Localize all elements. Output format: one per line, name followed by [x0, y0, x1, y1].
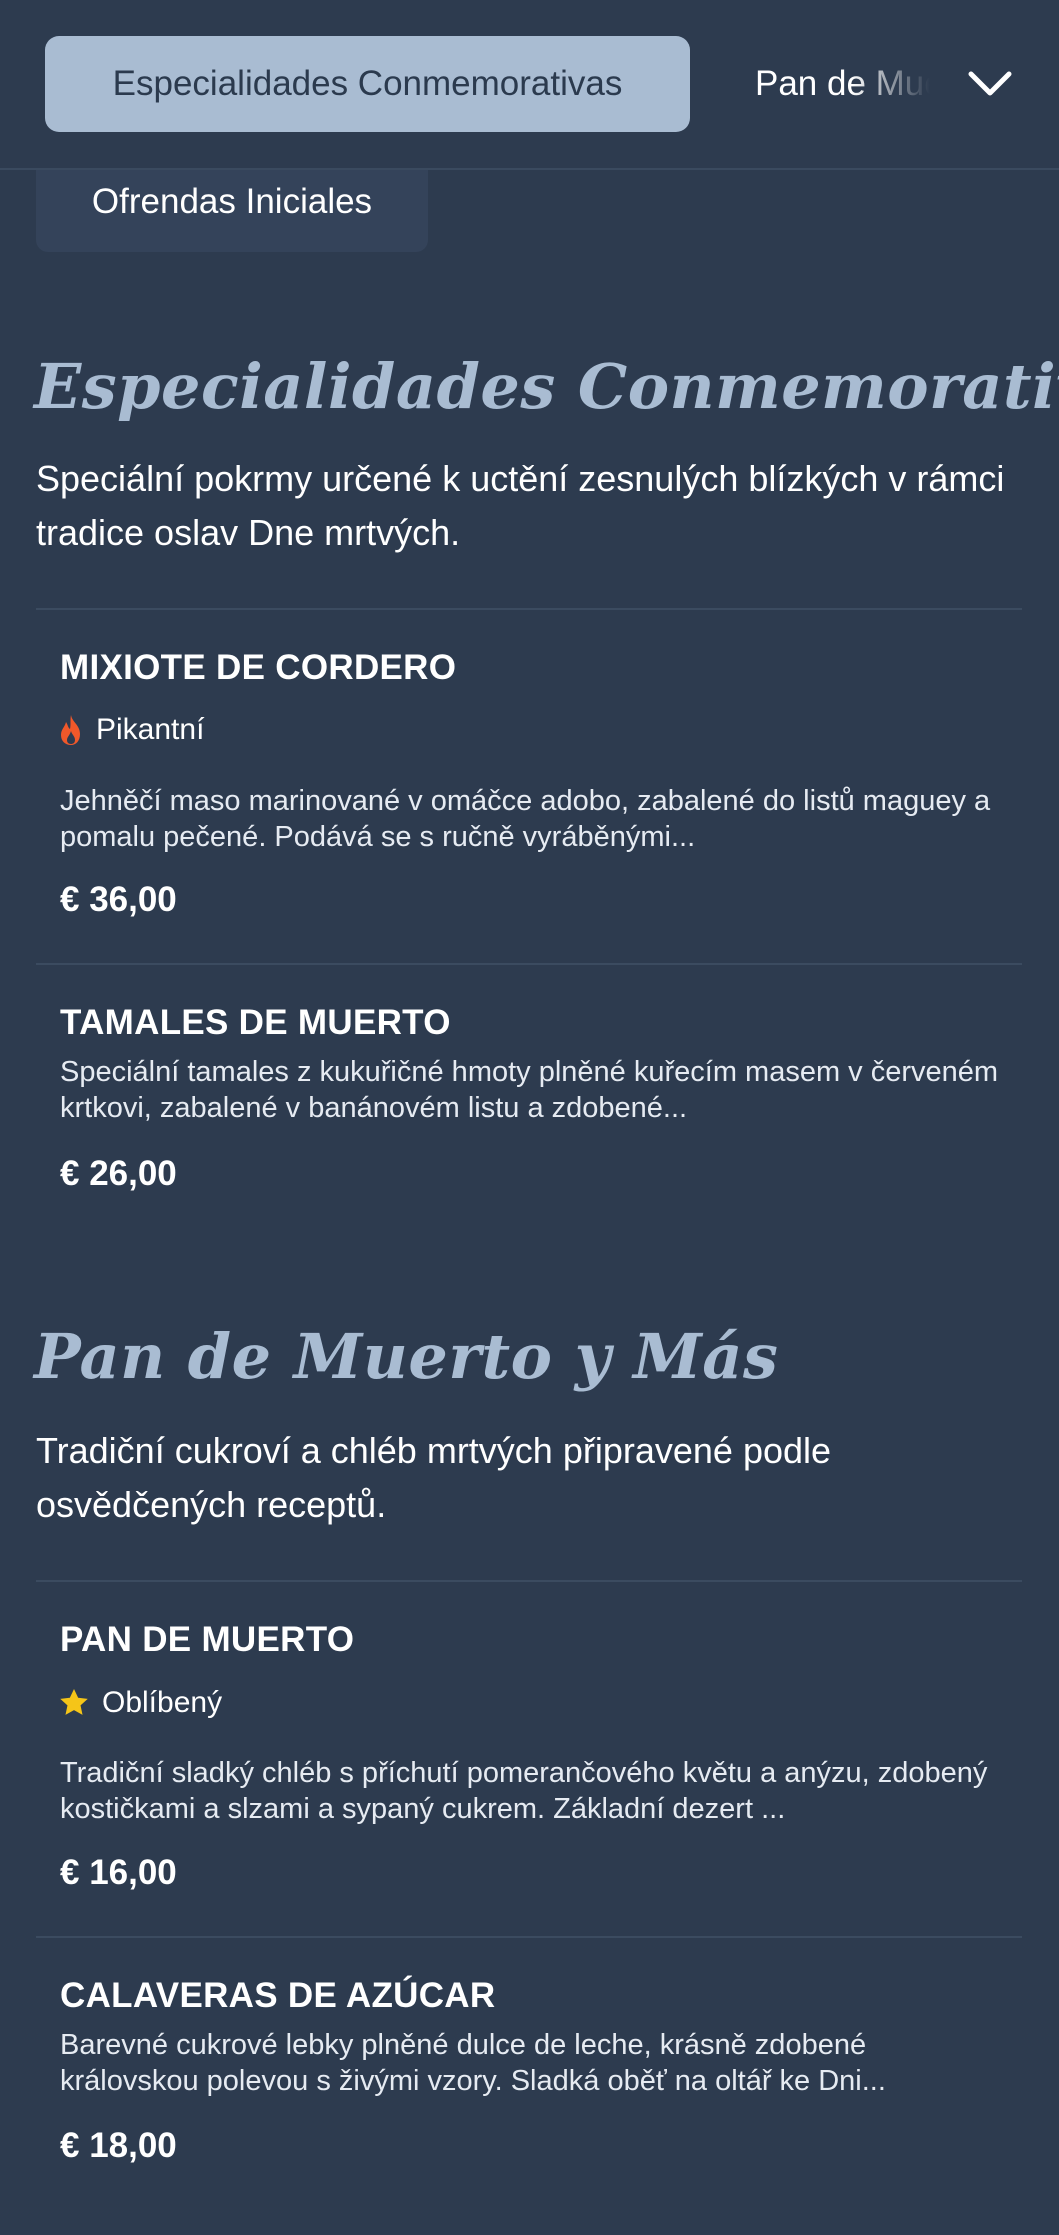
category-dropdown-button[interactable]	[958, 52, 1022, 116]
tab-label: Ofrendas Iniciales	[91, 182, 373, 221]
chevron-down-icon	[968, 71, 1012, 96]
item-price: € 36,00	[60, 880, 177, 919]
divider	[36, 608, 1022, 610]
item-description: Tradiční sladký chléb s příchutí pomeran…	[60, 1757, 988, 1825]
badge-label: Oblíbený	[102, 1686, 223, 1719]
item-name: PAN DE MUERTO	[60, 1620, 355, 1659]
item-description: Speciální tamales z kukuřičné hmoty plně…	[60, 1056, 999, 1124]
tab-especialidades-conmemorativas[interactable]: Especialidades Conmemorativas	[45, 36, 690, 132]
item-name: CALAVERAS DE AZÚCAR	[60, 1976, 496, 2015]
tab-label: Especialidades Conmemorativas	[112, 64, 623, 103]
item-price: € 16,00	[60, 1853, 177, 1892]
divider	[36, 1580, 1022, 1582]
divider	[36, 963, 1022, 965]
menu-page: Ofrendas Iniciales Especialidades Conmem…	[0, 0, 1059, 2235]
tab-pan-de-muerto[interactable]: Pan de Muerto y Más	[755, 36, 930, 132]
item-description: Jehněčí maso marinované v omáčce adobo, …	[60, 785, 991, 853]
divider	[36, 1936, 1022, 1938]
tab-label: Pan de Muerto y Más	[755, 64, 930, 103]
flame-icon	[61, 715, 80, 745]
spicy-badge: Pikantní	[58, 710, 204, 750]
section-description: Speciální pokrmy určené k uctění zesnulý…	[36, 458, 1005, 553]
item-name: MIXIOTE DE CORDERO	[60, 648, 457, 687]
section-description: Tradiční cukroví a chléb mrtvých připrav…	[36, 1430, 832, 1525]
section-title: Pan de Muerto y Más	[34, 1320, 779, 1393]
star-icon	[60, 1689, 88, 1715]
item-name: TAMALES DE MUERTO	[60, 1003, 451, 1042]
popular-badge: Oblíbený	[58, 1683, 222, 1723]
item-price: € 18,00	[60, 2126, 177, 2165]
badge-label: Pikantní	[96, 713, 205, 746]
item-price: € 26,00	[60, 1154, 177, 1193]
category-nav: Especialidades Conmemorativas Pan de Mue…	[0, 0, 1059, 170]
item-description: Barevné cukrové lebky plněné dulce de le…	[60, 2029, 886, 2097]
section-title: Especialidades Conmemorativas	[34, 350, 1059, 423]
